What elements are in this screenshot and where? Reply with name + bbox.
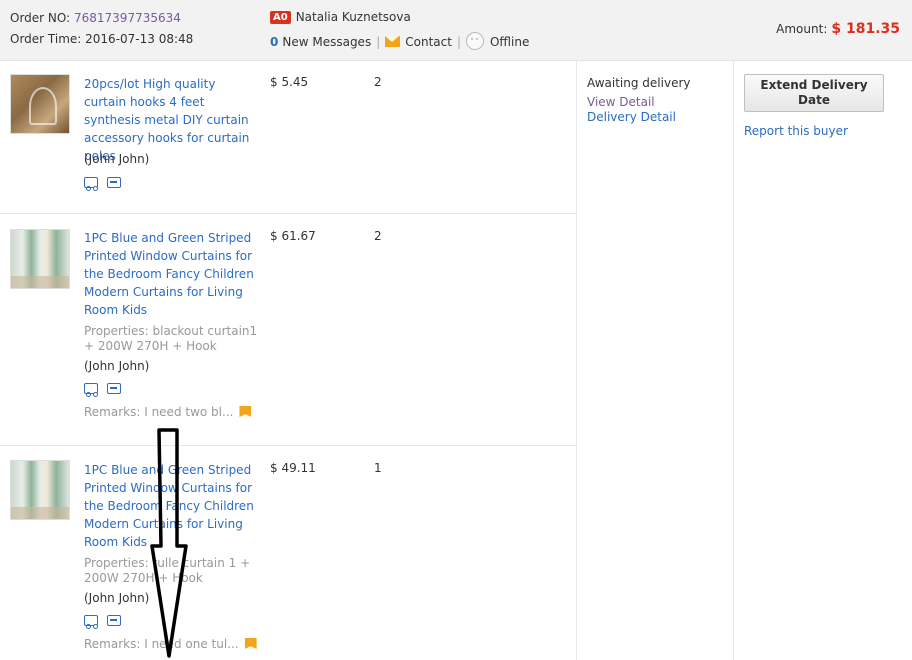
order-time-line: Order Time: 2016-07-13 08:48 bbox=[10, 32, 193, 46]
annotation-arrow bbox=[150, 428, 188, 658]
order-number-line: Order NO: 76817397735634 bbox=[10, 11, 181, 25]
offline-label: Offline bbox=[489, 35, 530, 49]
remarks-text: Remarks: I need two bl... bbox=[84, 405, 234, 419]
report-buyer-link[interactable]: Report this buyer bbox=[744, 124, 848, 138]
row-divider bbox=[0, 213, 576, 214]
order-time-value: 2016-07-13 08:48 bbox=[85, 32, 194, 46]
order-time-label: Order Time: bbox=[10, 32, 82, 46]
order-no-value[interactable]: 76817397735634 bbox=[74, 11, 181, 25]
refund-icon[interactable] bbox=[107, 177, 121, 188]
flag-icon[interactable] bbox=[239, 406, 252, 417]
flag-icon[interactable] bbox=[244, 638, 257, 649]
view-detail-link[interactable]: View Detail bbox=[587, 95, 655, 109]
item-action-icons bbox=[84, 177, 130, 191]
buyer-line: A0 Natalia Kuznetsova bbox=[270, 10, 411, 24]
contact-label: Contact bbox=[405, 35, 452, 49]
shipping-truck-icon[interactable] bbox=[84, 615, 98, 629]
item-quantity: 2 bbox=[374, 75, 382, 89]
offline-status-icon bbox=[465, 32, 484, 50]
item-properties: Properties: blackout curtain1 + 200W 270… bbox=[84, 324, 258, 353]
new-messages-link[interactable]: 0 New Messages bbox=[270, 35, 371, 49]
delivery-detail-link[interactable]: Delivery Detail bbox=[587, 110, 676, 124]
buyer-actions: 0 New Messages | Contact | Offline bbox=[270, 32, 529, 50]
refund-icon[interactable] bbox=[107, 383, 121, 394]
item-remarks: Remarks: I need two bl... bbox=[84, 405, 252, 419]
buyer-name: (John John) bbox=[84, 359, 150, 373]
item-quantity: 2 bbox=[374, 229, 382, 243]
amount-value: $ 181.35 bbox=[831, 21, 900, 37]
column-divider bbox=[733, 60, 734, 660]
item-quantity: 1 bbox=[374, 461, 382, 475]
product-thumbnail[interactable] bbox=[10, 229, 70, 289]
item-price: $ 61.67 bbox=[270, 229, 316, 243]
contact-link[interactable]: Contact bbox=[385, 35, 452, 49]
extend-delivery-date-button[interactable]: Extend Delivery Date bbox=[744, 74, 884, 112]
item-action-icons bbox=[84, 383, 130, 397]
shipping-truck-icon[interactable] bbox=[84, 383, 98, 397]
item-price: $ 49.11 bbox=[270, 461, 316, 475]
separator: | bbox=[376, 35, 381, 49]
amount-label: Amount: bbox=[776, 22, 828, 36]
refund-icon[interactable] bbox=[107, 615, 121, 626]
product-thumbnail[interactable] bbox=[10, 74, 70, 134]
order-status: Awaiting delivery bbox=[587, 76, 691, 90]
row-divider bbox=[0, 445, 576, 446]
envelope-icon bbox=[385, 36, 401, 47]
item-price: $ 5.45 bbox=[270, 75, 309, 89]
column-divider bbox=[576, 60, 577, 660]
buyer-level-badge: A0 bbox=[270, 11, 291, 24]
shipping-truck-icon[interactable] bbox=[84, 177, 98, 191]
order-header: Order NO: 76817397735634 Order Time: 201… bbox=[0, 0, 912, 61]
separator: | bbox=[456, 35, 461, 49]
product-thumbnail[interactable] bbox=[10, 460, 70, 520]
item-action-icons bbox=[84, 615, 130, 629]
amount: Amount: $ 181.35 bbox=[776, 21, 900, 37]
message-count: 0 bbox=[270, 35, 279, 49]
product-title-link[interactable]: 1PC Blue and Green Striped Printed Windo… bbox=[84, 229, 260, 319]
order-no-label: Order NO: bbox=[10, 11, 71, 25]
annotation-arrow-outline bbox=[150, 428, 188, 658]
messages-label: New Messages bbox=[282, 35, 372, 49]
buyer-name: (John John) bbox=[84, 152, 150, 166]
buyer-name[interactable]: Natalia Kuznetsova bbox=[296, 10, 411, 24]
